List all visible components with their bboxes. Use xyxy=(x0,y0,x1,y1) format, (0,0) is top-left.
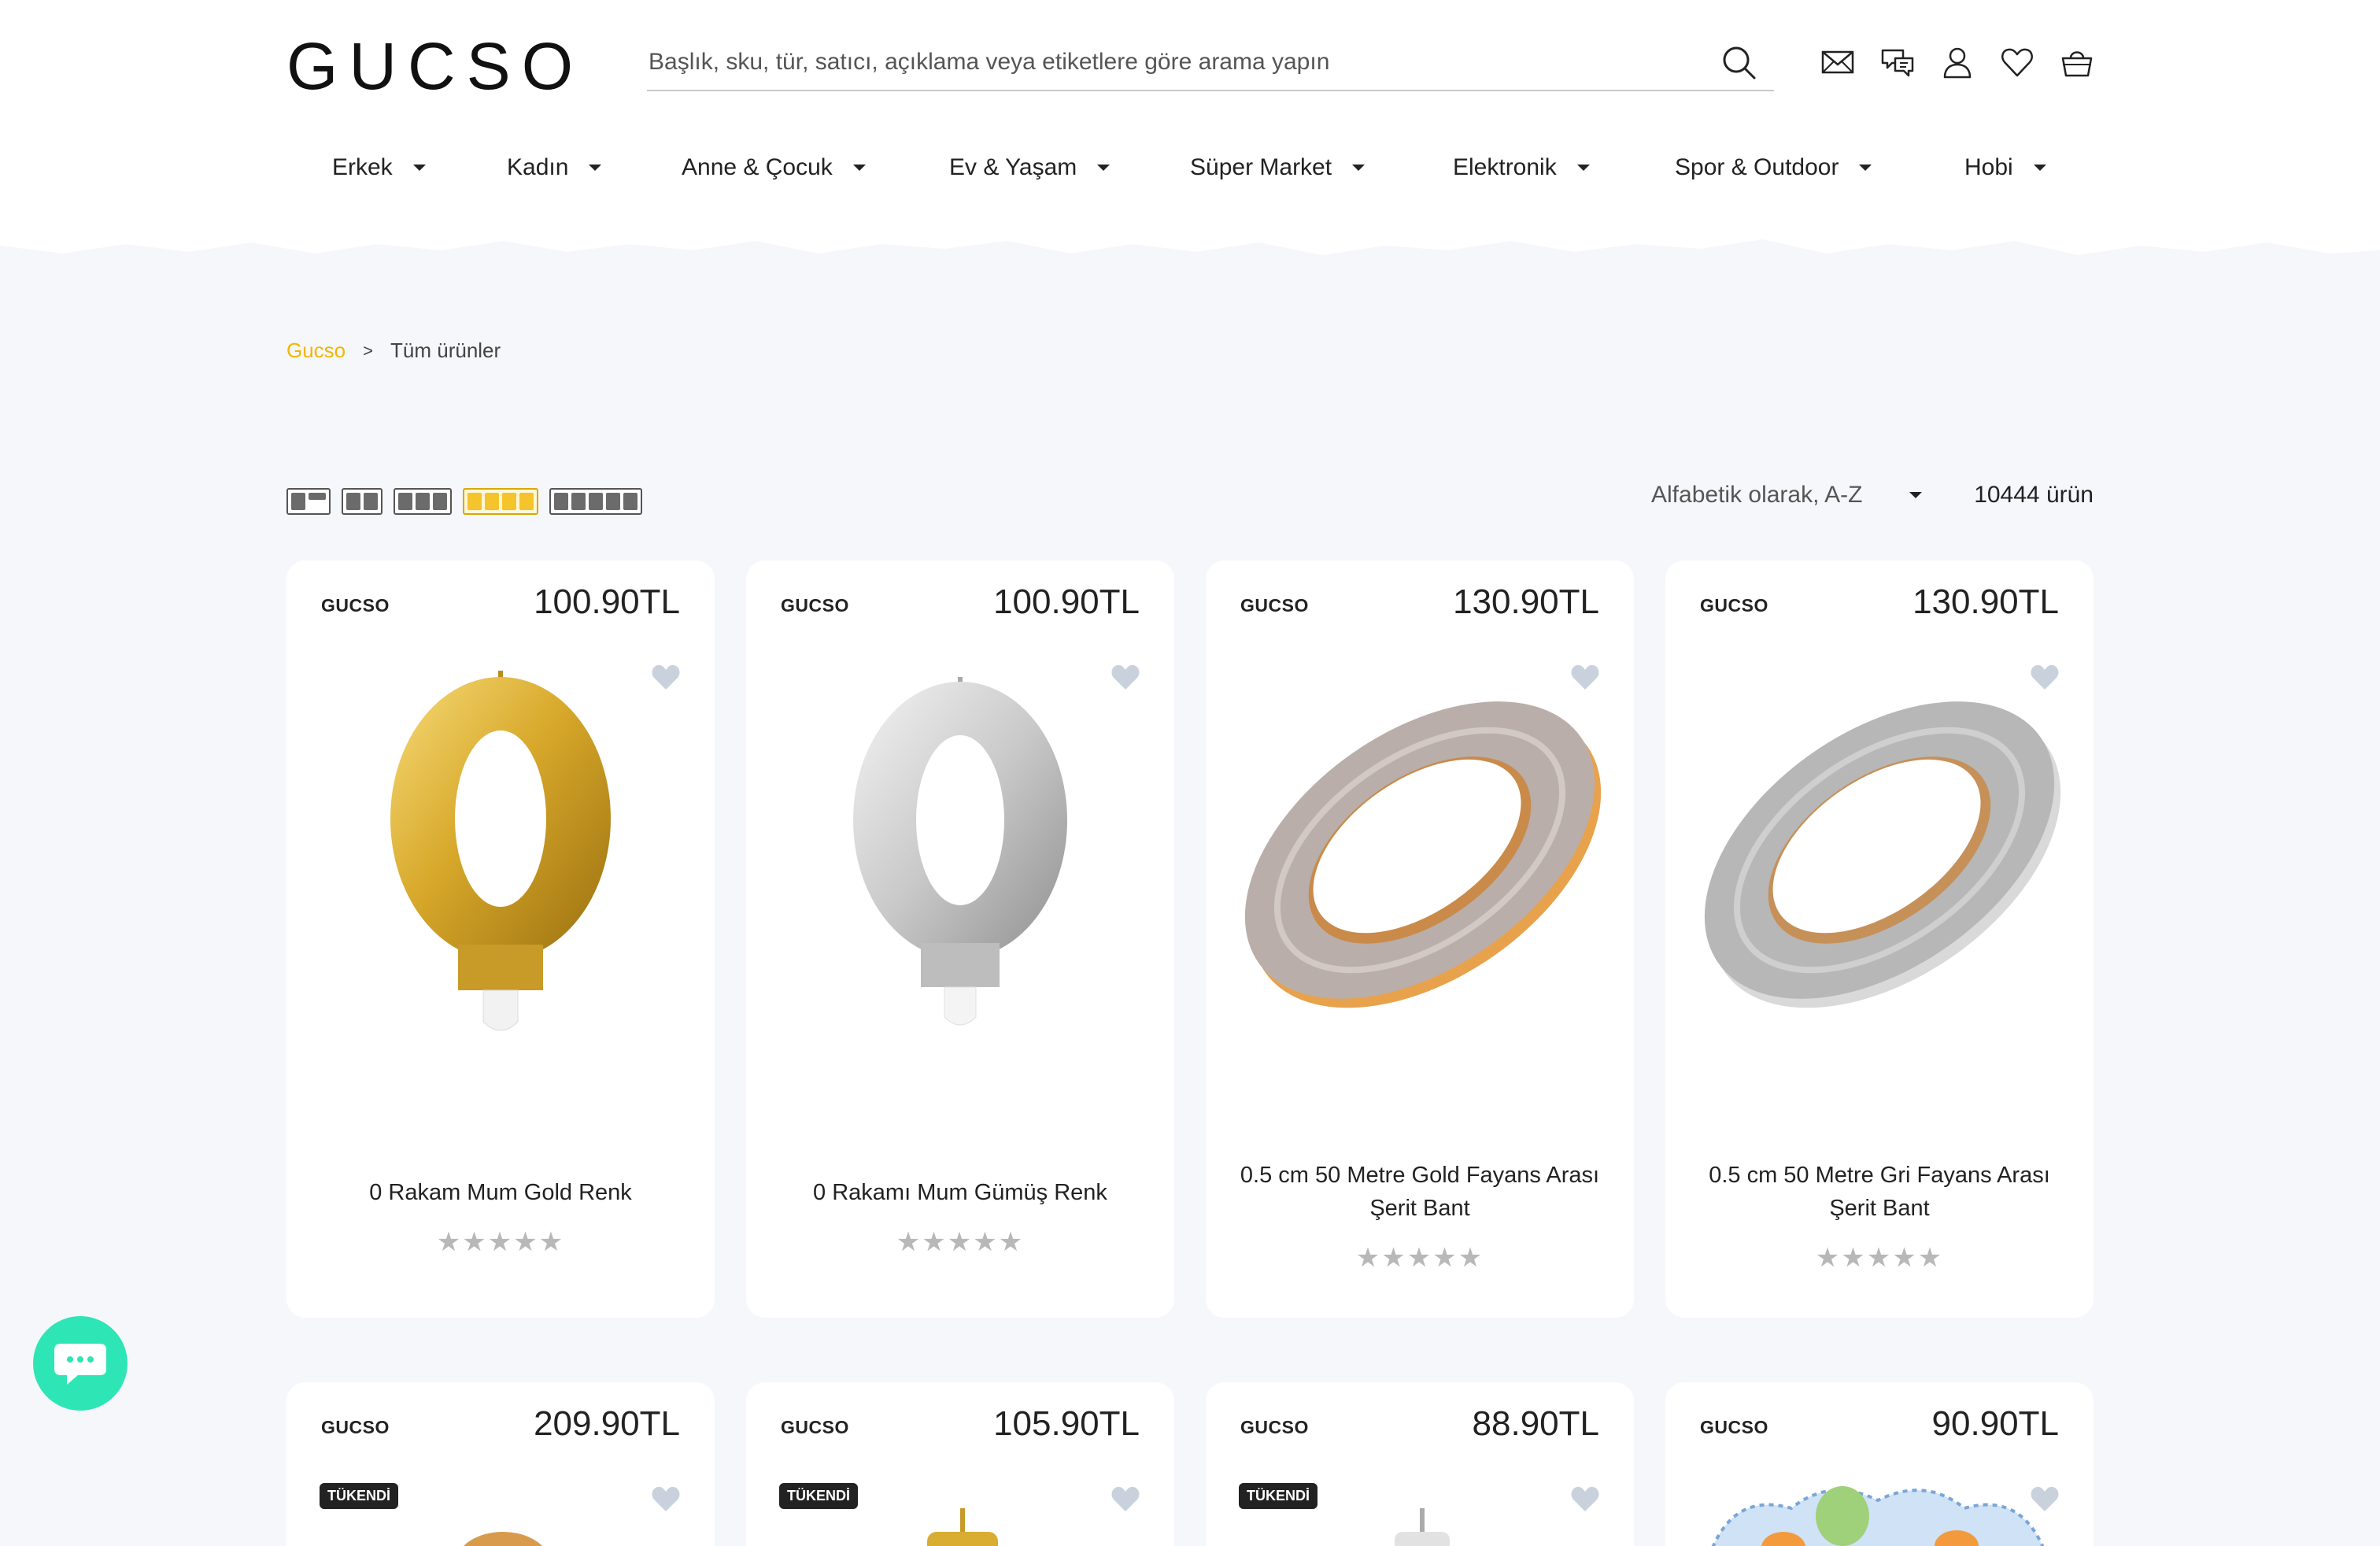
nav-item-anne-cocuk[interactable]: Anne & Çocuk xyxy=(682,154,866,181)
list-view-button[interactable] xyxy=(286,488,331,515)
caret-down-icon xyxy=(2033,165,2046,171)
product-price: 88.90TL xyxy=(1472,1404,1599,1443)
product-brand: GUCSO xyxy=(321,595,390,616)
search-input[interactable] xyxy=(647,35,1774,90)
product-card[interactable]: GUCSO 100.90TL 0 Rakam Mum Gold Renk ★★★… xyxy=(286,560,715,1318)
breadcrumb-separator: > xyxy=(363,340,374,361)
search-icon[interactable] xyxy=(1720,44,1757,80)
rating-stars: ★★★★★ xyxy=(896,1227,1025,1257)
site-logo[interactable]: GUCSO xyxy=(286,28,584,105)
product-title[interactable]: 0 Rakam Mum Gold Renk xyxy=(310,1176,691,1209)
favorite-heart-icon[interactable] xyxy=(2029,663,2060,691)
favorite-heart-icon[interactable] xyxy=(1569,663,1601,691)
gold-tape-roll-image xyxy=(1244,701,1602,1008)
product-brand: GUCSO xyxy=(1700,1417,1768,1437)
product-price: 209.90TL xyxy=(534,1404,680,1443)
breadcrumb: Gucso > Tüm ürünler xyxy=(286,338,501,363)
caret-down-icon xyxy=(1909,492,1923,498)
sold-out-badge: TÜKENDİ xyxy=(1239,1483,1318,1509)
product-count: 10444 ürün xyxy=(1974,482,2094,508)
product-image[interactable] xyxy=(1705,1477,2051,1546)
product-card[interactable]: GUCSO 90.90TL xyxy=(1665,1382,2094,1546)
silver-tape-roll-image xyxy=(1704,701,2061,1008)
product-brand: GUCSO xyxy=(1240,595,1309,616)
product-brand: GUCSO xyxy=(1240,1417,1309,1437)
product-image[interactable] xyxy=(1223,653,1617,1055)
product-price: 130.90TL xyxy=(1913,583,2059,621)
favorite-heart-icon[interactable] xyxy=(1110,663,1141,691)
caret-down-icon xyxy=(589,165,602,171)
product-image[interactable] xyxy=(1363,1508,1481,1546)
product-card[interactable]: GUCSO 100.90TL 0 Rakamı Mum Gümüş Renk ★… xyxy=(746,560,1174,1318)
sort-select[interactable]: Alfabetik olarak, A-Z xyxy=(1651,482,1923,509)
product-title[interactable]: 0 Rakamı Mum Gümüş Renk xyxy=(770,1176,1151,1209)
product-price: 100.90TL xyxy=(534,583,680,621)
chat-icon[interactable] xyxy=(1879,44,1916,80)
favorite-heart-icon[interactable] xyxy=(650,663,682,691)
sold-out-badge: TÜKENDİ xyxy=(320,1483,398,1509)
nav-item-kadin[interactable]: Kadın xyxy=(507,154,602,181)
main-nav: Erkek Kadın Anne & Çocuk Ev & Yaşam Süpe… xyxy=(0,154,2380,198)
product-brand: GUCSO xyxy=(1700,595,1768,616)
product-price: 130.90TL xyxy=(1453,583,1599,621)
product-card[interactable]: GUCSO 130.90TL 0.5 cm 50 Metre Gri Fayan… xyxy=(1665,560,2094,1318)
product-brand: GUCSO xyxy=(781,595,849,616)
product-price: 105.90TL xyxy=(993,1404,1140,1443)
rating-stars: ★★★★★ xyxy=(1815,1243,1944,1273)
sort-label: Alfabetik olarak, A-Z xyxy=(1651,482,1863,508)
caret-down-icon xyxy=(1859,165,1872,171)
grid-4-button[interactable] xyxy=(463,488,538,515)
product-image[interactable] xyxy=(304,653,697,1055)
nav-item-ev-yasam[interactable]: Ev & Yaşam xyxy=(949,154,1111,181)
grid-layout-switcher xyxy=(286,488,642,515)
product-image[interactable] xyxy=(444,1516,562,1546)
product-brand: GUCSO xyxy=(321,1417,390,1437)
chat-widget-button[interactable] xyxy=(33,1316,128,1411)
favorite-heart-icon[interactable] xyxy=(1110,1485,1141,1513)
favorite-heart-icon[interactable] xyxy=(650,1485,682,1513)
caret-down-icon xyxy=(852,165,866,171)
caret-down-icon xyxy=(1352,165,1366,171)
user-icon[interactable] xyxy=(1939,44,1975,80)
product-image[interactable] xyxy=(763,653,1157,1055)
caret-down-icon xyxy=(1097,165,1111,171)
grid-5-button[interactable] xyxy=(549,488,642,515)
gold-number-candle-image xyxy=(390,671,611,1031)
cart-basket-icon[interactable] xyxy=(2059,44,2095,80)
product-card[interactable]: GUCSO 105.90TL TÜKENDİ xyxy=(746,1382,1174,1546)
caret-down-icon xyxy=(1576,165,1590,171)
mail-icon[interactable] xyxy=(1820,44,1856,80)
breadcrumb-home-link[interactable]: Gucso xyxy=(286,338,346,363)
rating-stars: ★★★★★ xyxy=(1355,1243,1484,1273)
nav-item-hobi[interactable]: Hobi xyxy=(1964,154,2046,181)
search-bar xyxy=(647,35,1774,91)
chat-bubble-icon xyxy=(54,1344,106,1385)
product-card[interactable]: GUCSO 130.90TL 0.5 cm 50 Metre Gold Faya… xyxy=(1206,560,1634,1318)
grid-3-button[interactable] xyxy=(394,488,452,515)
product-title[interactable]: 0.5 cm 50 Metre Gri Fayans Arası Şerit B… xyxy=(1689,1159,2070,1225)
product-card[interactable]: GUCSO 88.90TL TÜKENDİ xyxy=(1206,1382,1634,1546)
torn-paper-divider xyxy=(0,205,2380,255)
nav-item-elektronik[interactable]: Elektronik xyxy=(1453,154,1590,181)
nav-item-spor-outdoor[interactable]: Spor & Outdoor xyxy=(1675,154,1872,181)
nav-item-super-market[interactable]: Süper Market xyxy=(1190,154,1366,181)
product-price: 90.90TL xyxy=(1931,1404,2059,1443)
wishlist-heart-icon[interactable] xyxy=(1999,44,2035,80)
grid-2-button[interactable] xyxy=(342,488,382,515)
header-icons xyxy=(1820,44,2095,80)
product-image[interactable] xyxy=(904,1508,1022,1546)
product-title[interactable]: 0.5 cm 50 Metre Gold Fayans Arası Şerit … xyxy=(1229,1159,1610,1225)
product-card[interactable]: GUCSO 209.90TL TÜKENDİ xyxy=(286,1382,715,1546)
product-price: 100.90TL xyxy=(993,583,1140,621)
favorite-heart-icon[interactable] xyxy=(1569,1485,1601,1513)
site-header: GUCSO Başlık, sku, tür, satıcı, açıklama… xyxy=(0,0,2380,236)
product-brand: GUCSO xyxy=(781,1417,849,1437)
caret-down-icon xyxy=(412,165,426,171)
silver-number-candle-image xyxy=(853,677,1067,1026)
nav-item-erkek[interactable]: Erkek xyxy=(332,154,426,181)
product-image[interactable] xyxy=(1683,653,2076,1055)
breadcrumb-current: Tüm ürünler xyxy=(390,338,501,362)
rating-stars: ★★★★★ xyxy=(436,1227,565,1257)
sold-out-badge: TÜKENDİ xyxy=(779,1483,858,1509)
